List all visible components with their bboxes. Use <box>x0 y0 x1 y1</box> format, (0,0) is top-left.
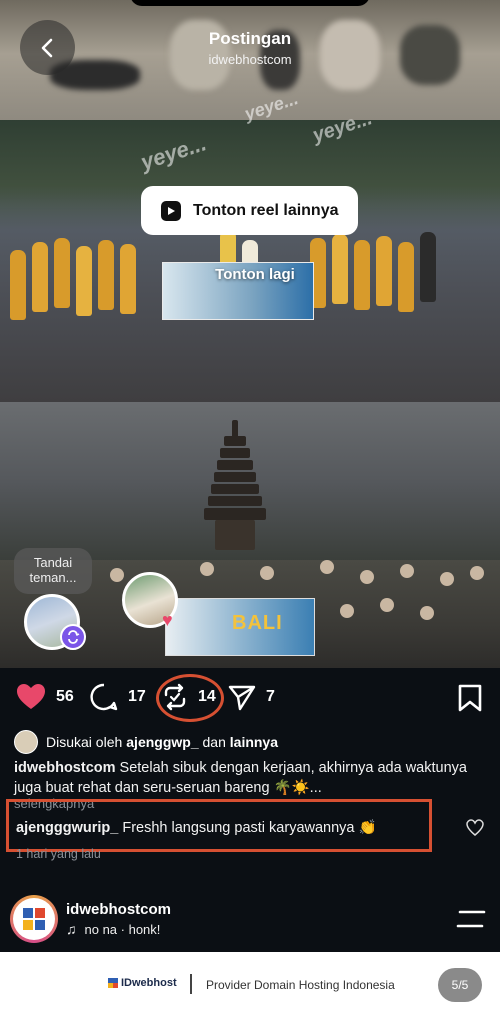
liked-by[interactable]: Disukai oleh ajenggwp_ dan lainnya <box>14 730 494 754</box>
liked-by-prefix: Disukai oleh <box>46 734 123 750</box>
music-note-icon: ♫ <box>66 921 77 937</box>
heart-icon <box>17 684 45 709</box>
liked-by-others[interactable]: lainnya <box>230 734 278 750</box>
share-count: 7 <box>266 688 275 705</box>
liked-by-middle: dan <box>198 734 230 750</box>
footer-logo-text: IDwebhost <box>121 977 177 989</box>
music-info[interactable]: ♫ no na · honk! <box>66 921 160 937</box>
music-title: no na · honk! <box>84 921 161 937</box>
repost-count: 14 <box>198 688 216 705</box>
watch-more-reels-label: Tonton reel lainnya <box>193 201 339 219</box>
liked-by-avatar <box>14 730 38 754</box>
comment-count: 17 <box>128 688 146 705</box>
footer-divider <box>190 974 192 994</box>
page-title: Postingan <box>208 29 292 48</box>
group-photo-1 <box>0 120 500 402</box>
pagoda <box>200 420 270 550</box>
caption-username[interactable]: idwebhostcom <box>14 760 116 776</box>
profile-row <box>0 888 500 950</box>
bookmark-icon <box>458 684 482 712</box>
send-icon <box>228 685 256 711</box>
replay-button[interactable]: Tonton lagi <box>180 266 330 283</box>
heart-badge-icon: ♥ <box>162 610 173 630</box>
device-notch <box>130 0 370 6</box>
comment-text: Freshh langsung pasti karyawannya 👏 <box>118 820 377 836</box>
repost-badge-icon <box>60 624 86 650</box>
watch-more-reels-button[interactable]: Tonton reel lainnya <box>141 186 358 235</box>
screen: BALI yeye... yeye... yeye... Postingan i… <box>0 0 500 1029</box>
tag-people-bubble[interactable]: Tandai teman... <box>14 548 92 594</box>
page-subtitle: idwebhostcom <box>208 52 292 67</box>
logo-mark-icon <box>108 978 118 988</box>
liked-by-user[interactable]: ajenggwp_ <box>126 734 198 750</box>
comment-button[interactable]: 17 <box>90 683 146 711</box>
comment-like-icon[interactable] <box>466 819 484 837</box>
menu-icon[interactable] <box>456 910 486 928</box>
profile-avatar[interactable] <box>10 895 58 943</box>
like-button[interactable]: 56 <box>16 683 74 711</box>
repost-icon <box>164 683 186 711</box>
save-button[interactable] <box>458 684 482 712</box>
idwebhost-logo-icon <box>23 908 45 930</box>
page-indicator: 5/5 <box>438 968 482 1002</box>
footer-tagline: Provider Domain Hosting Indonesia <box>206 978 395 992</box>
post-caption: idwebhostcom Setelah sibuk dengan kerjaa… <box>14 758 474 798</box>
top-comment[interactable]: ajengggwurip_ Freshh langsung pasti kary… <box>16 819 436 836</box>
profile-name[interactable]: idwebhostcom <box>66 901 171 918</box>
comment-icon <box>90 683 118 711</box>
play-icon <box>161 200 181 221</box>
header: Postingan idwebhostcom <box>0 0 500 90</box>
like-count: 56 <box>56 688 74 705</box>
footer-logo: IDwebhost <box>108 977 177 989</box>
comment-username[interactable]: ajengggwurip_ <box>16 820 118 836</box>
share-button[interactable]: 7 <box>228 683 275 711</box>
bali-banner-text: BALI <box>232 612 283 634</box>
repost-button[interactable]: 14 <box>162 683 216 711</box>
post-timestamp: 1 hari yang lalu <box>16 847 101 861</box>
